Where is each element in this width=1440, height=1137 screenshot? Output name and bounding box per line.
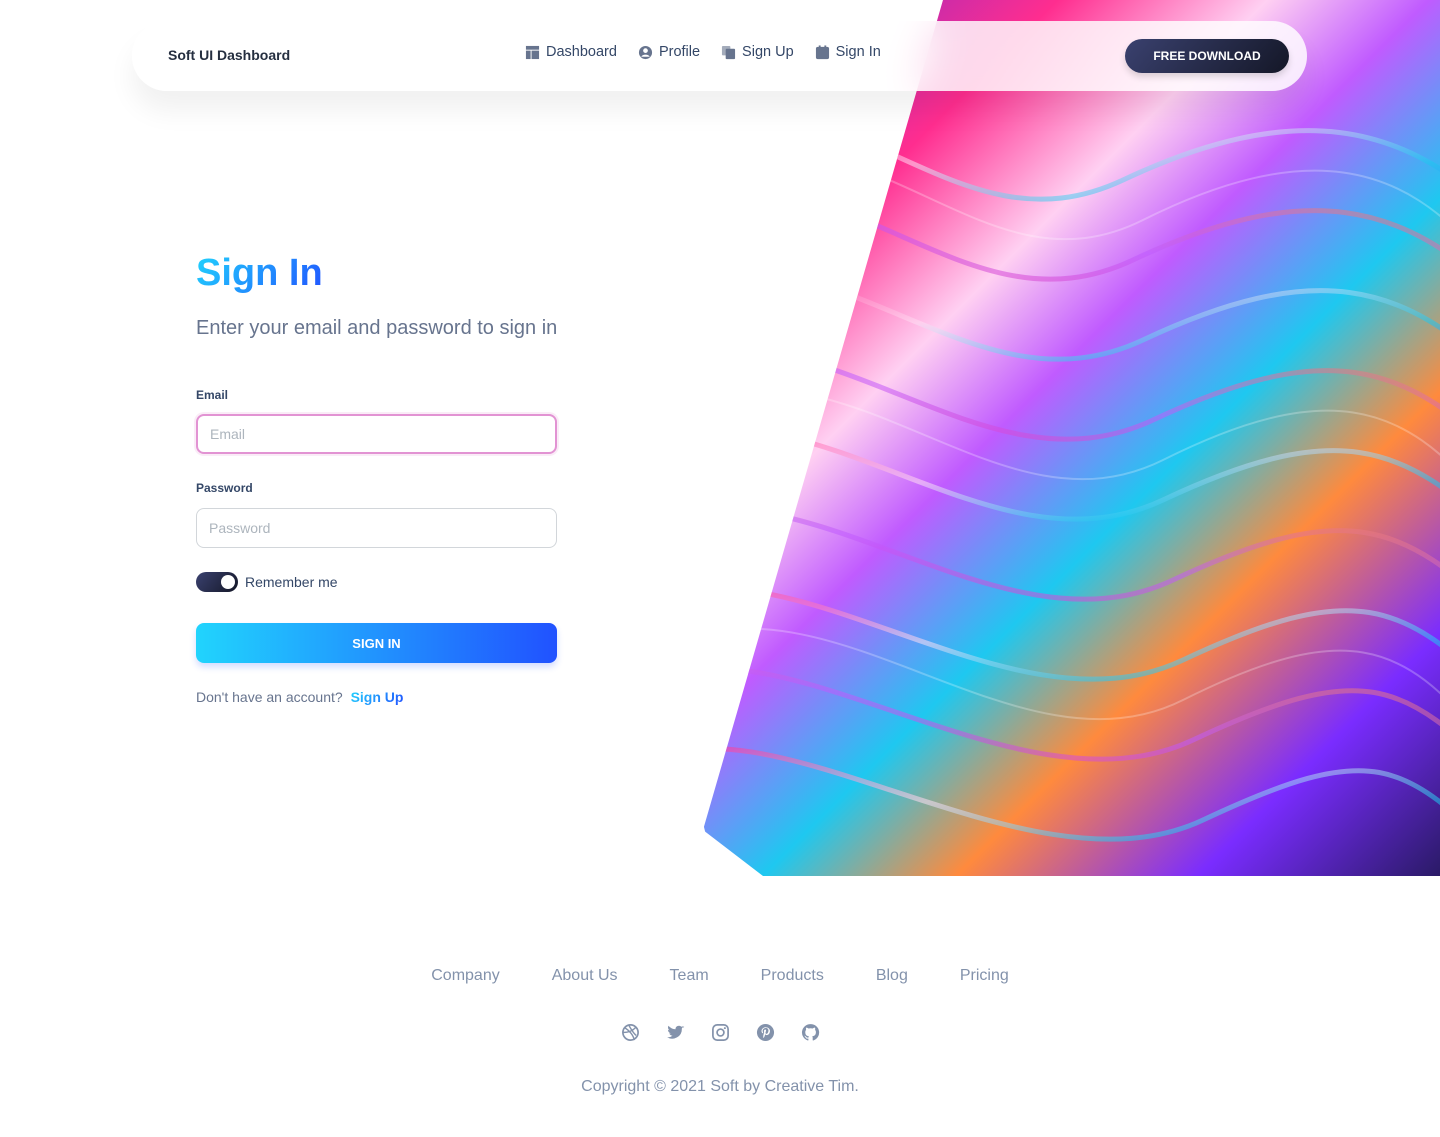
brand-name[interactable]: Soft UI Dashboard	[168, 47, 290, 63]
copy-icon	[721, 45, 736, 59]
nav-item-label: Profile	[658, 44, 701, 60]
pinterest-icon[interactable]	[756, 1023, 775, 1042]
twitter-icon[interactable]	[666, 1023, 685, 1042]
footer-links: Company About Us Team Products Blog Pric…	[0, 967, 1440, 985]
nav-item-label: Sign Up	[742, 44, 794, 60]
signup-prompt-row: Don't have an account? Sign Up	[196, 689, 403, 705]
sign-up-link[interactable]: Sign Up	[351, 689, 404, 705]
nav-item-sign-up[interactable]: Sign Up	[721, 44, 794, 60]
page-title: Sign In	[196, 252, 323, 294]
sign-in-button[interactable]: SIGN IN	[196, 623, 557, 663]
toggle-knob	[221, 575, 235, 589]
footer-link-pricing[interactable]: Pricing	[960, 967, 1009, 985]
email-label: Email	[196, 388, 229, 402]
navbar: Soft UI Dashboard Dashboard Profile Sign…	[132, 21, 1307, 91]
wave-pattern	[703, 106, 1440, 862]
nav-item-sign-in[interactable]: Sign In	[815, 44, 881, 60]
hero-artwork	[703, 0, 1440, 876]
social-links	[0, 1023, 1440, 1042]
email-field[interactable]	[196, 414, 557, 454]
nav-item-dashboard[interactable]: Dashboard	[525, 44, 617, 60]
nav-links: Dashboard Profile Sign Up Sign In	[525, 44, 881, 60]
instagram-icon[interactable]	[711, 1023, 730, 1042]
remember-me-toggle[interactable]	[196, 572, 238, 592]
dashboard-icon	[525, 45, 540, 59]
footer-link-about-us[interactable]: About Us	[552, 967, 618, 985]
copyright-text: Copyright © 2021 Soft by Creative Tim.	[581, 1078, 859, 1095]
signup-prompt: Don't have an account?	[196, 689, 343, 705]
calendar-icon	[815, 44, 829, 59]
github-icon[interactable]	[801, 1023, 820, 1042]
footer-link-products[interactable]: Products	[761, 967, 824, 985]
footer-link-company[interactable]: Company	[431, 967, 499, 985]
password-label: Password	[196, 481, 253, 495]
nav-item-label: Sign In	[835, 44, 881, 60]
page-subtitle: Enter your email and password to sign in	[196, 317, 558, 339]
dribbble-icon[interactable]	[621, 1023, 640, 1042]
user-circle-icon	[638, 45, 652, 59]
remember-me-label[interactable]: Remember me	[245, 574, 338, 590]
footer-link-team[interactable]: Team	[670, 967, 709, 985]
free-download-button[interactable]: FREE DOWNLOAD	[1125, 39, 1289, 73]
nav-item-profile[interactable]: Profile	[638, 44, 700, 60]
password-field[interactable]	[196, 508, 557, 548]
nav-item-label: Dashboard	[546, 44, 617, 60]
footer-link-blog[interactable]: Blog	[876, 967, 908, 985]
